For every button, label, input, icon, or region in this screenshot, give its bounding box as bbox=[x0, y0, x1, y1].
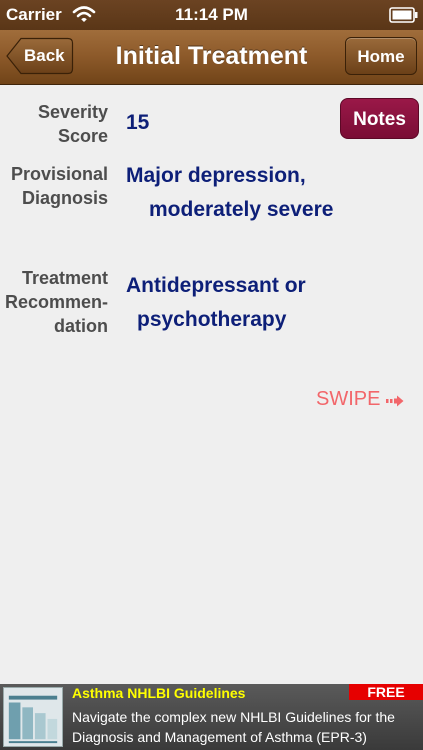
treatment-recommendation-value: Antidepressant or psychotherapy bbox=[126, 274, 306, 331]
status-time: 11:14 PM bbox=[175, 5, 248, 24]
severity-score-label: Severity Score bbox=[37, 102, 108, 146]
home-label: Home bbox=[357, 47, 405, 66]
home-button[interactable]: Home bbox=[345, 37, 417, 75]
treatment-recommendation-label: Treatment Recommen- dation bbox=[4, 268, 108, 336]
status-bar: Carrier 11:14 PM bbox=[0, 0, 423, 30]
provisional-diagnosis-value: Major depression, moderately severe bbox=[126, 164, 334, 221]
notes-label: Notes bbox=[353, 109, 406, 130]
provisional-diagnosis-label: Provisional Diagnosis bbox=[10, 164, 108, 208]
nav-bar: Back Initial Treatment Home bbox=[0, 30, 423, 85]
battery-icon bbox=[389, 7, 418, 23]
swipe-hint: SWIPE bbox=[316, 388, 381, 410]
swipe-arrow-icon bbox=[386, 395, 404, 407]
ad-title: Asthma NHLBI Guidelines bbox=[72, 685, 246, 701]
severity-score-value: 15 bbox=[126, 111, 150, 134]
ad-banner[interactable]: Asthma NHLBI Guidelines FREE Navigate th… bbox=[0, 684, 423, 750]
notes-button[interactable]: Notes bbox=[340, 98, 419, 139]
page-title: Initial Treatment bbox=[115, 42, 308, 70]
ad-free-badge: FREE bbox=[349, 684, 423, 700]
ad-description: Navigate the complex new NHLBI Guideline… bbox=[72, 709, 395, 745]
ad-thumbnail-image bbox=[3, 687, 63, 747]
back-label: Back bbox=[24, 46, 65, 65]
